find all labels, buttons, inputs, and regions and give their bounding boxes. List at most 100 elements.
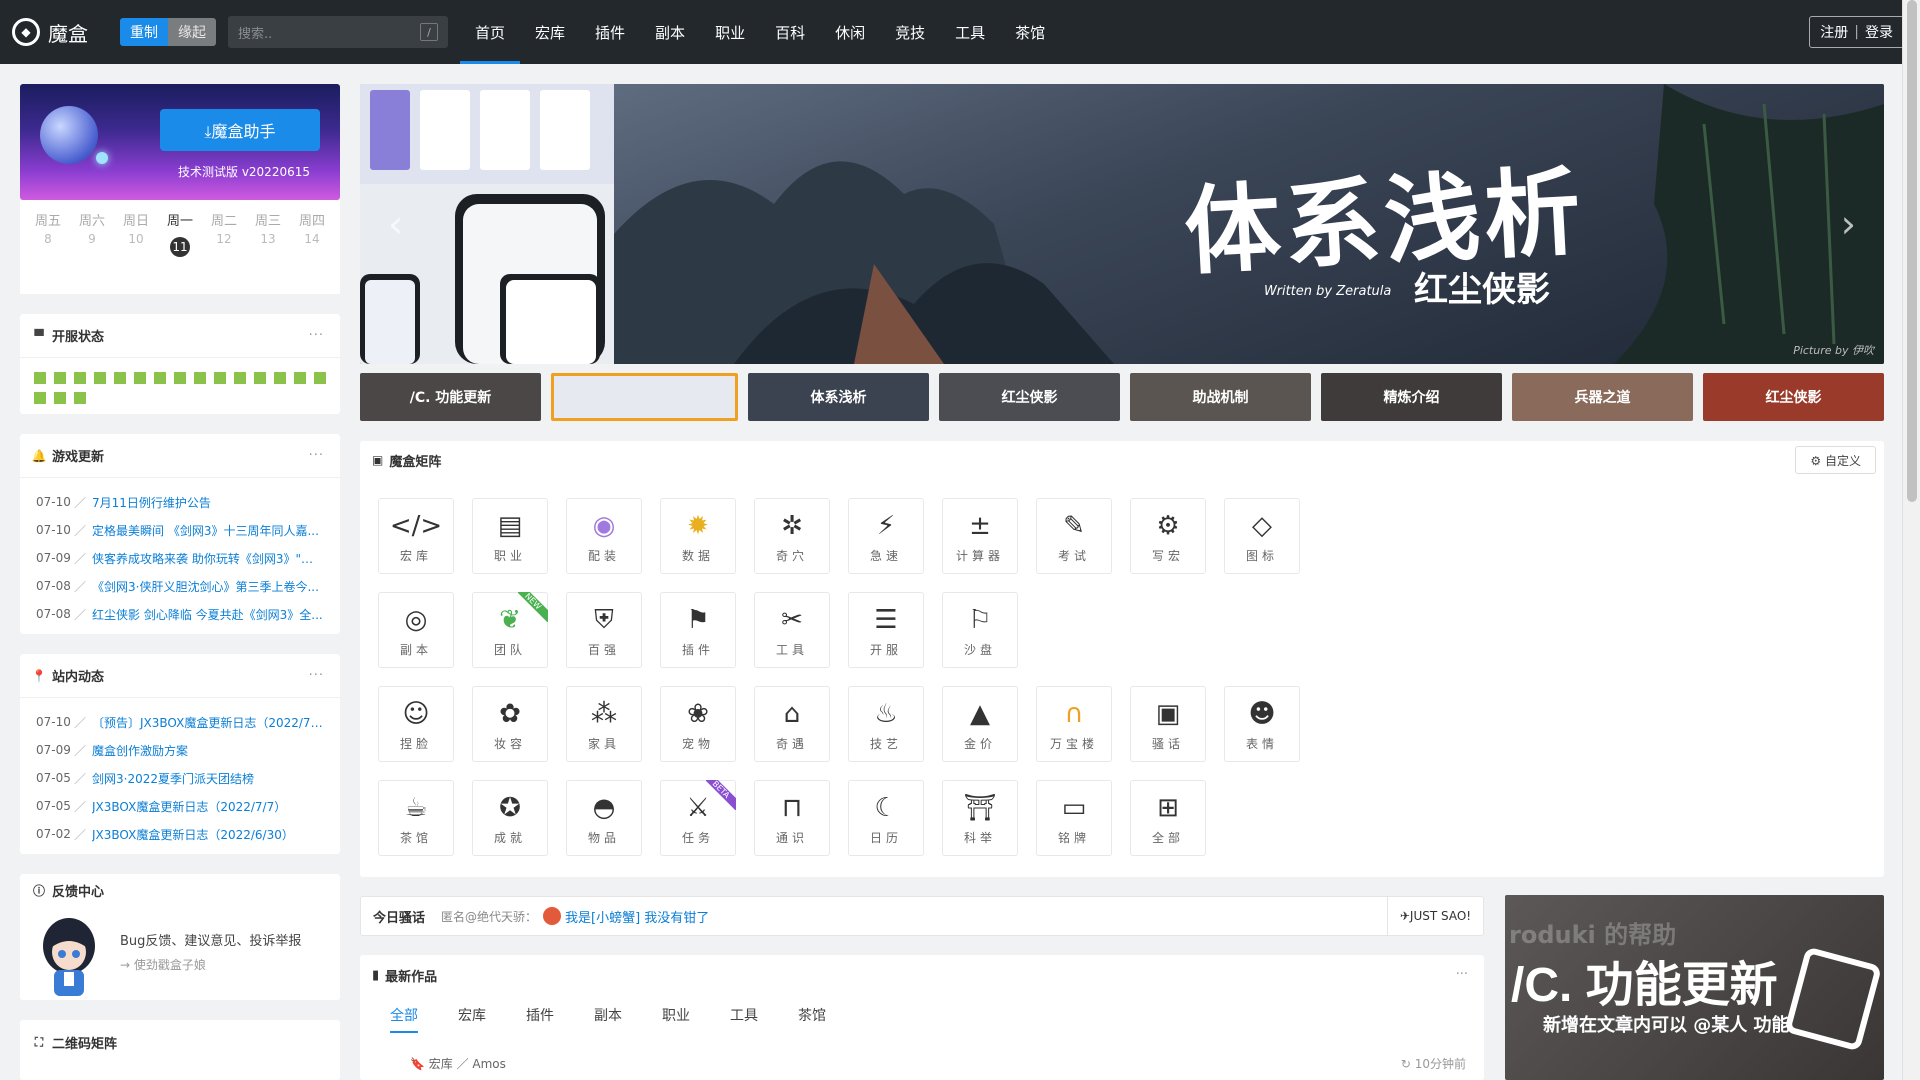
quote-message[interactable]: 我是[小螃蟹] 我没有钳了	[565, 907, 709, 926]
tool-tile-34[interactable]: ⛩ 科举	[942, 780, 1018, 856]
tool-tile-8[interactable]: ✎ 考试	[1036, 498, 1112, 574]
hero-carousel[interactable]: 体系浅析 红尘侠影 Written by Zeratula Picture by…	[360, 84, 1884, 364]
server-status-dot[interactable]	[74, 392, 86, 404]
server-status-dot[interactable]	[114, 372, 126, 384]
tool-tile-25[interactable]: ∩ 万宝楼	[1036, 686, 1112, 762]
tool-tile-3[interactable]: ◉ 配装	[566, 498, 642, 574]
tool-tile-33[interactable]: ☾ 日历	[848, 780, 924, 856]
server-status-dot[interactable]	[154, 372, 166, 384]
more-icon[interactable]: ···	[309, 448, 324, 463]
works-tab[interactable]: 工具	[730, 1005, 758, 1033]
nav-item[interactable]: 休闲	[820, 0, 880, 64]
news-title-link[interactable]: 《剑网3·侠肝义胆沈剑心》第三季上卷今...	[92, 578, 319, 595]
server-status-dot[interactable]	[94, 372, 106, 384]
logo[interactable]: ◆ 魔盒	[12, 18, 100, 47]
carousel-thumbnail[interactable]: 红尘侠影	[939, 373, 1120, 421]
news-item[interactable]: 07-02 ／ JX3BOX魔盒更新日志（2022/6/30）	[36, 820, 324, 848]
news-title-link[interactable]: 7月11日例行维护公告	[92, 494, 211, 511]
news-item[interactable]: 07-08 ／ 红尘侠影 剑心降临 今夏共赴《剑网3》全...	[36, 600, 324, 628]
server-status-dot[interactable]	[34, 372, 46, 384]
tool-tile-2[interactable]: ▤ 职业	[472, 498, 548, 574]
carousel-thumbnail[interactable]: /C. 功能更新	[360, 373, 541, 421]
news-title-link[interactable]: 侠客养成攻略来袭 助你玩转《剑网3》"红...	[92, 550, 324, 567]
tool-tile-29[interactable]: ✪ 成就	[472, 780, 548, 856]
news-item[interactable]: 07-10 ／ 7月11日例行维护公告	[36, 488, 324, 516]
news-item[interactable]: 07-05 ／ JX3BOX魔盒更新日志（2022/7/7）	[36, 792, 324, 820]
just-sao-button[interactable]: ✈JUST SAO!	[1387, 897, 1483, 935]
download-helper-button[interactable]: ⤓魔盒助手	[160, 109, 320, 151]
tool-tile-28[interactable]: ☕ 茶馆	[378, 780, 454, 856]
weekday[interactable]: 周五 8	[28, 210, 68, 257]
tool-tile-7[interactable]: ± 计算器	[942, 498, 1018, 574]
server-status-dot[interactable]	[54, 372, 66, 384]
news-title-link[interactable]: 魔盒创作激励方案	[92, 742, 188, 759]
more-icon[interactable]: ···	[309, 668, 324, 683]
nav-item[interactable]: 插件	[580, 0, 640, 64]
tool-tile-11[interactable]: ◎ 副本	[378, 592, 454, 668]
carousel-thumbnail[interactable]: 兵器之道	[1512, 373, 1693, 421]
carousel-thumbnail[interactable]: 精炼介绍	[1321, 373, 1502, 421]
tool-tile-13[interactable]: ⛨ 百强	[566, 592, 642, 668]
tool-tile-12[interactable]: ❦ 团队 NEW	[472, 592, 548, 668]
tool-tile-19[interactable]: ✿ 妆容	[472, 686, 548, 762]
nav-item[interactable]: 工具	[940, 0, 1000, 64]
news-title-link[interactable]: JX3BOX魔盒更新日志（2022/6/30）	[92, 826, 294, 843]
news-title-link[interactable]: 剑网3·2022夏季门派天团结榜	[92, 770, 254, 787]
weekday[interactable]: 周六 9	[72, 210, 112, 257]
scrollbar-thumb[interactable]	[1907, 0, 1917, 502]
tool-tile-30[interactable]: ◓ 物品	[566, 780, 642, 856]
tool-tile-6[interactable]: ⚡ 急速	[848, 498, 924, 574]
nav-item[interactable]: 副本	[640, 0, 700, 64]
news-title-link[interactable]: 〔预告〕JX3BOX魔盒更新日志（2022/7/...	[92, 714, 324, 731]
tool-tile-26[interactable]: ▣ 骚话	[1130, 686, 1206, 762]
tool-tile-20[interactable]: ⁂ 家具	[566, 686, 642, 762]
tool-tile-5[interactable]: ✲ 奇穴	[754, 498, 830, 574]
weekday[interactable]: 周四 14	[292, 210, 332, 257]
feature-update-ad[interactable]: roduki 的帮助 /C. 功能更新 新增在文章内可以 @某人 功能	[1505, 895, 1884, 1080]
more-icon[interactable]: ···	[309, 328, 324, 343]
tool-tile-1[interactable]: </> 宏库	[378, 498, 454, 574]
weekday[interactable]: 周二 12	[204, 210, 244, 257]
carousel-thumbnail[interactable]	[551, 373, 738, 421]
tool-tile-23[interactable]: ♨ 技艺	[848, 686, 924, 762]
tool-tile-35[interactable]: ▭ 铭牌	[1036, 780, 1112, 856]
tool-tile-36[interactable]: ⊞ 全部	[1130, 780, 1206, 856]
weekday[interactable]: 周日 10	[116, 210, 156, 257]
login-link[interactable]: 登录	[1865, 22, 1893, 42]
customize-button[interactable]: ⚙ 自定义	[1795, 446, 1876, 474]
tool-tile-15[interactable]: ✂ 工具	[754, 592, 830, 668]
news-title-link[interactable]: 红尘侠影 剑心降临 今夏共赴《剑网3》全...	[92, 606, 323, 623]
weekday[interactable]: 周三 13	[248, 210, 288, 257]
tool-tile-14[interactable]: ⚑ 插件	[660, 592, 736, 668]
search-input[interactable]: 搜索.. /	[228, 16, 448, 48]
carousel-thumbnail[interactable]: 体系浅析	[748, 373, 929, 421]
weekday[interactable]: 周一 11	[160, 210, 200, 257]
news-item[interactable]: 07-05 ／ 剑网3·2022夏季门派天团结榜	[36, 764, 324, 792]
works-tab[interactable]: 全部	[390, 1005, 418, 1033]
tool-tile-4[interactable]: ✹ 数据	[660, 498, 736, 574]
carousel-thumbnail[interactable]: 助战机制	[1130, 373, 1311, 421]
works-tab[interactable]: 副本	[594, 1005, 622, 1033]
news-title-link[interactable]: 定格最美瞬间 《剑网3》十三周年同人嘉...	[92, 522, 319, 539]
nav-item[interactable]: 百科	[760, 0, 820, 64]
carousel-next-arrow-icon[interactable]: ›	[1841, 202, 1856, 246]
news-item[interactable]: 07-09 ／ 魔盒创作激励方案	[36, 736, 324, 764]
tool-tile-9[interactable]: ⚙ 写宏	[1130, 498, 1206, 574]
nav-item[interactable]: 首页	[460, 0, 521, 64]
feedback-link[interactable]: → 使劲戳盒子娘	[120, 956, 206, 973]
latest-work-row[interactable]: 🔖 宏库 ／ Amos ↻ 10分钟前	[386, 1055, 1466, 1072]
tool-tile-22[interactable]: ⌂ 奇遇	[754, 686, 830, 762]
server-status-dot[interactable]	[174, 372, 186, 384]
tool-tile-18[interactable]: ☺ 捏脸	[378, 686, 454, 762]
news-item[interactable]: 07-08 ／ 《剑网3·侠肝义胆沈剑心》第三季上卷今...	[36, 572, 324, 600]
works-tab[interactable]: 插件	[526, 1005, 554, 1033]
tool-tile-24[interactable]: ▲ 金价	[942, 686, 1018, 762]
server-status-dot[interactable]	[34, 392, 46, 404]
server-status-dot[interactable]	[254, 372, 266, 384]
more-icon[interactable]: ···	[1456, 967, 1468, 982]
news-title-link[interactable]: JX3BOX魔盒更新日志（2022/7/7）	[92, 798, 286, 815]
server-status-dot[interactable]	[314, 372, 326, 384]
toggle-remake[interactable]: 重制	[120, 18, 168, 46]
server-status-dot[interactable]	[134, 372, 146, 384]
tool-tile-21[interactable]: ❀ 宠物	[660, 686, 736, 762]
